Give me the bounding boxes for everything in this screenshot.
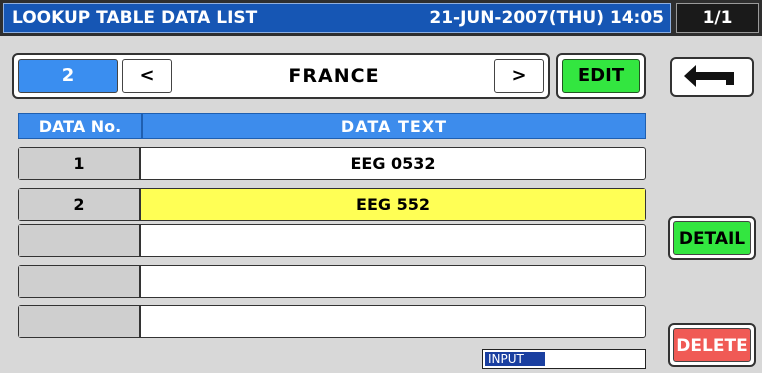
row-number xyxy=(19,306,141,337)
edit-button[interactable]: EDIT xyxy=(562,59,640,93)
row-number: 1 xyxy=(19,148,141,179)
screen: LOOKUP TABLE DATA LIST 21-JUN-2007(THU) … xyxy=(0,0,762,373)
table-name: FRANCE xyxy=(288,65,380,87)
column-header-data-no: DATA No. xyxy=(18,113,142,139)
column-header-data-text: DATA TEXT xyxy=(142,113,646,139)
row-text xyxy=(141,306,645,337)
row-text: EEG 0532 xyxy=(350,154,436,173)
input-field[interactable]: INPUT xyxy=(482,349,646,369)
input-label: INPUT xyxy=(485,352,545,366)
table-row[interactable]: 1 EEG 0532 xyxy=(18,147,646,180)
delete-button-label: DELETE xyxy=(673,328,751,362)
screen-title: LOOKUP TABLE DATA LIST xyxy=(12,8,258,28)
table-row-selected[interactable]: 2 EEG 552 xyxy=(18,188,646,221)
title-bar: LOOKUP TABLE DATA LIST 21-JUN-2007(THU) … xyxy=(0,0,762,36)
title-panel: LOOKUP TABLE DATA LIST 21-JUN-2007(THU) … xyxy=(3,3,671,33)
table-number-button[interactable]: 2 xyxy=(18,59,118,93)
row-text xyxy=(141,266,645,297)
table-row[interactable] xyxy=(18,224,646,257)
table-navigator: 2 < FRANCE > xyxy=(12,53,550,99)
table-row[interactable] xyxy=(18,265,646,298)
prev-table-button[interactable]: < xyxy=(122,59,172,93)
row-text xyxy=(141,225,645,256)
row-number xyxy=(19,225,141,256)
return-arrow-icon xyxy=(684,65,734,87)
row-number xyxy=(19,266,141,297)
table-row[interactable] xyxy=(18,305,646,338)
detail-button-label: DETAIL xyxy=(673,221,751,255)
row-number: 2 xyxy=(19,189,141,220)
datetime: 21-JUN-2007(THU) 14:05 xyxy=(429,8,664,28)
row-text: EEG 552 xyxy=(141,189,645,220)
delete-button[interactable]: DELETE xyxy=(668,323,756,367)
back-button[interactable] xyxy=(670,57,754,97)
edit-button-frame: EDIT xyxy=(556,53,646,99)
page-indicator: 1/1 xyxy=(676,3,759,33)
detail-button[interactable]: DETAIL xyxy=(668,216,756,260)
next-table-button[interactable]: > xyxy=(494,59,544,93)
